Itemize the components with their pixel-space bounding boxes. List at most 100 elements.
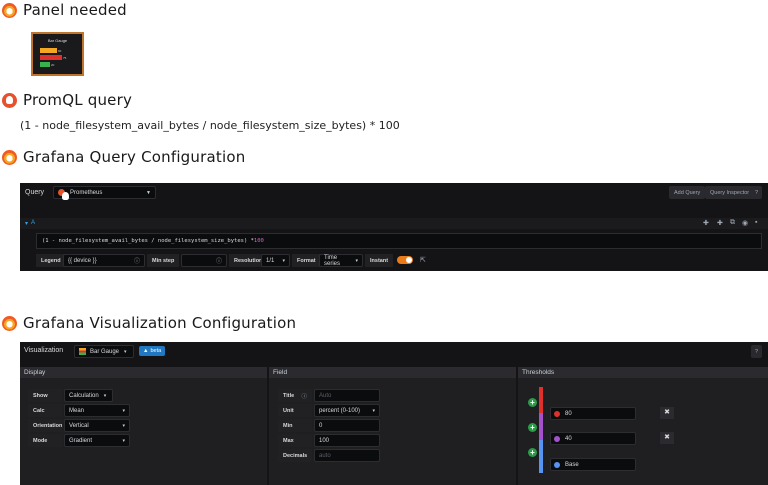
warning-icon: ▲ — [143, 348, 149, 354]
resolution-select[interactable]: 1/1 ▾ — [261, 254, 290, 267]
trash-icon[interactable]: ▪ — [755, 219, 757, 226]
heading-viz-config: Grafana Visualization Configuration — [2, 314, 296, 332]
heading-text: Grafana Visualization Configuration — [23, 314, 297, 332]
grafana-logo-icon — [2, 315, 17, 331]
decimals-input[interactable]: auto — [314, 449, 380, 462]
thumbnail-bar — [40, 62, 50, 67]
heading-panel-needed: Panel needed — [2, 1, 127, 19]
threshold-color-bar — [539, 413, 543, 440]
threshold-color-dot[interactable] — [554, 462, 560, 468]
grafana-logo-icon — [2, 2, 17, 18]
eye-icon[interactable]: ◉ — [742, 219, 748, 227]
threshold-input[interactable]: 80 — [550, 407, 636, 420]
threshold-color-dot[interactable] — [554, 411, 560, 417]
beta-badge: ▲ beta — [139, 346, 166, 356]
orientation-select[interactable]: Vertical ▾ — [64, 419, 130, 432]
visualization-editor-panel: Visualization Bar Gauge ▾ ▲ beta ? Displ… — [20, 342, 768, 485]
chevron-down-icon: ▾ — [282, 257, 285, 264]
threshold-color-bar — [539, 440, 543, 473]
add-threshold-button[interactable]: + — [528, 448, 537, 457]
mode-value: Gradient — [69, 437, 93, 444]
thumbnail-title: Bar Gauge — [47, 38, 68, 43]
unit-label: Unit — [278, 404, 312, 417]
thumbnail-bar-value: 75 — [63, 56, 67, 60]
format-select[interactable]: Time series ▾ — [319, 254, 363, 267]
min-step-label: Min step — [147, 254, 180, 267]
threshold-color-dot[interactable] — [554, 436, 560, 442]
calc-value: Mean — [69, 407, 85, 414]
thumbnail-bar-value: 60 — [58, 49, 62, 53]
orientation-value: Vertical — [69, 422, 89, 429]
mode-select[interactable]: Gradient ▾ — [64, 434, 130, 447]
show-select[interactable]: Calculation ▾ — [64, 389, 113, 402]
chevron-down-icon: ▾ — [122, 407, 125, 414]
query-editor-panel: Query Prometheus ▼ Add Query Query Inspe… — [20, 183, 768, 271]
legend-input[interactable]: {{ device }} ⓘ — [63, 254, 145, 267]
legend-label: Legend — [36, 254, 66, 267]
remove-threshold-button[interactable]: ✖ — [660, 432, 674, 444]
query-row-label[interactable]: A — [31, 220, 35, 226]
move-up-icon[interactable]: ✚ — [717, 219, 723, 227]
title-input[interactable]: Auto — [314, 389, 380, 402]
chevron-down-icon: ▾ — [103, 392, 107, 399]
duplicate-icon[interactable]: ⧉ — [730, 219, 735, 227]
external-link-icon[interactable]: ⇱ — [420, 256, 426, 264]
query-expression-editor[interactable]: (1 - node_filesystem_avail_bytes / node_… — [36, 233, 762, 249]
add-threshold-button[interactable]: + — [528, 423, 537, 432]
chevron-down-icon: ▼ — [146, 189, 151, 196]
calc-label: Calc — [28, 404, 62, 417]
chevron-down-icon: ▾ — [355, 257, 358, 264]
remove-threshold-button[interactable]: ✖ — [660, 407, 674, 419]
legend-value: {{ device }} — [68, 257, 97, 264]
min-label: Min — [278, 419, 312, 432]
heading-text: Panel needed — [23, 1, 127, 19]
datasource-picker[interactable]: Prometheus ▼ — [53, 186, 156, 200]
info-icon: ⓘ — [215, 259, 222, 265]
format-label: Format — [292, 254, 321, 267]
grafana-logo-icon — [2, 149, 17, 165]
query-inspector-button[interactable]: Query Inspector — [705, 186, 755, 199]
resolution-value: 1/1 — [266, 257, 275, 264]
query-row-header: ▾ A ✚ ✚ ⧉ ◉ ▪ — [20, 218, 768, 229]
thumbnail-bar-value: 20 — [51, 63, 55, 67]
instant-toggle[interactable] — [397, 256, 413, 264]
collapse-chevron-icon[interactable]: ▾ — [25, 220, 28, 227]
heading-text: PromQL query — [23, 91, 133, 109]
move-down-icon[interactable]: ✚ — [703, 219, 709, 227]
calc-select[interactable]: Mean ▾ — [64, 404, 130, 417]
show-value: Calculation — [69, 392, 99, 399]
min-step-input[interactable]: ⓘ — [181, 254, 227, 267]
heading-query-config: Grafana Query Configuration — [2, 148, 245, 166]
help-button[interactable]: ? — [751, 186, 762, 199]
heading-promql-query: PromQL query — [2, 91, 132, 109]
add-threshold-button[interactable]: + — [528, 398, 537, 407]
unit-select[interactable]: percent (0-100) ▾ — [314, 404, 380, 417]
thresholds-header: Thresholds — [518, 367, 768, 378]
chevron-down-icon: ▾ — [122, 422, 125, 429]
field-header: Field — [269, 367, 516, 378]
threshold-value: 40 — [565, 435, 572, 442]
prometheus-logo-icon — [58, 189, 69, 200]
mode-label: Mode — [28, 434, 62, 447]
heading-text: Grafana Query Configuration — [23, 148, 246, 166]
min-input[interactable]: 0 — [314, 419, 380, 432]
thumbnail-bar — [40, 48, 57, 53]
show-label: Show — [28, 389, 62, 402]
max-input[interactable]: 100 — [314, 434, 380, 447]
help-button[interactable]: ? — [751, 345, 762, 358]
info-icon: ⓘ — [133, 259, 140, 265]
threshold-input[interactable]: Base — [550, 458, 636, 471]
datasource-name: Prometheus — [70, 189, 103, 196]
add-query-button[interactable]: Add Query — [669, 186, 706, 199]
chevron-down-icon: ▾ — [124, 348, 127, 355]
threshold-input[interactable]: 40 — [550, 432, 636, 445]
display-section: Display Show Calculation ▾ Calc Mean ▾ O… — [20, 367, 267, 485]
visualization-type: Bar Gauge — [90, 348, 120, 355]
unit-value: percent (0-100) — [319, 407, 361, 414]
threshold-value: 80 — [565, 410, 572, 417]
expression-number: 100 — [253, 238, 264, 244]
visualization-type-picker[interactable]: Bar Gauge ▾ — [74, 345, 134, 358]
display-header: Display — [20, 367, 267, 378]
bar-gauge-thumbnail: Bar Gauge 60 75 20 — [31, 32, 84, 76]
threshold-color-bar — [539, 387, 543, 413]
